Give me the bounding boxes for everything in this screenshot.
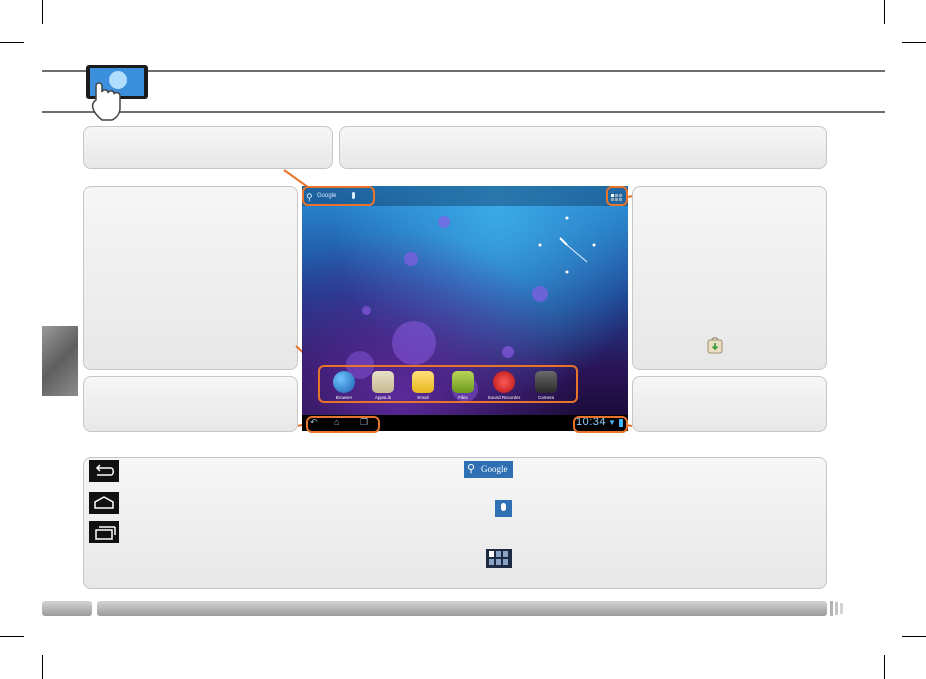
microphone-icon <box>495 500 512 517</box>
footer-page-tab <box>42 601 92 616</box>
search-bar-highlight <box>302 186 375 206</box>
app-dock-highlight <box>318 365 578 403</box>
recent-apps-icon <box>89 521 119 543</box>
controls-legend-panel: ⚲ Google <box>83 457 827 589</box>
google-search-icon-text: Google <box>481 464 508 474</box>
footer-bar <box>97 601 827 616</box>
analog-clock-widget <box>536 216 598 278</box>
back-icon <box>89 460 119 482</box>
magnifier-icon: ⚲ <box>467 463 476 475</box>
home-icon <box>89 492 119 514</box>
all-apps-highlight <box>606 186 628 206</box>
nav-buttons-highlight <box>306 416 380 433</box>
google-search-icon: ⚲ Google <box>464 461 513 478</box>
apps-grid-icon <box>486 549 512 568</box>
status-area-highlight <box>573 416 628 433</box>
footer-bar-end <box>829 601 845 616</box>
